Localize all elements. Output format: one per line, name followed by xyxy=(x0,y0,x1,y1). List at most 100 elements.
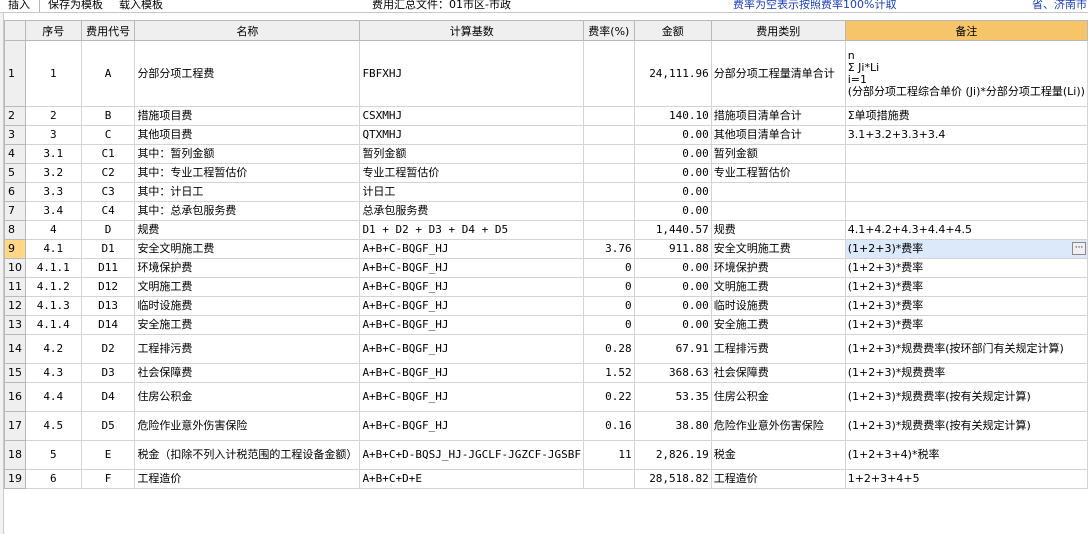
row-number-cell[interactable]: 1 xyxy=(4,40,26,107)
row-number-cell[interactable]: 13 xyxy=(4,315,26,335)
basis-cell[interactable]: A+B+C+D-BQSJ_HJ-JGCLF-JGZCF-JGSBF xyxy=(359,440,584,470)
seq-cell[interactable]: 4.4 xyxy=(24,382,82,412)
name-cell[interactable]: 文明施工费 xyxy=(134,277,361,297)
note-cell[interactable] xyxy=(844,163,1088,183)
category-cell[interactable]: 安全施工费 xyxy=(710,315,846,335)
seq-cell[interactable]: 3.4 xyxy=(24,201,82,221)
insert-button[interactable]: 插入 xyxy=(8,0,30,11)
category-cell[interactable]: 措施项目清单合计 xyxy=(710,106,846,126)
basis-cell[interactable]: A+B+C-BQGF_HJ xyxy=(359,296,584,316)
category-cell[interactable]: 暂列金额 xyxy=(710,144,846,164)
note-cell[interactable]: nΣ Ji*Li i=1 (分部分项工程综合单价 (Ji)*分部分项工程量(Li)) xyxy=(844,40,1088,107)
category-cell[interactable]: 文明施工费 xyxy=(710,277,846,297)
table-row[interactable]: 2 2 B 措施项目费 CSXMHJ 140.10 措施项目清单合计 Σ单项措施费 xyxy=(4,106,1088,126)
name-cell[interactable]: 工程造价 xyxy=(134,469,361,489)
code-cell[interactable]: D12 xyxy=(80,277,136,297)
column-header-amount[interactable]: 金额 xyxy=(633,20,712,41)
category-cell[interactable] xyxy=(710,201,846,221)
amount-cell[interactable]: 28,518.82 xyxy=(633,469,712,489)
table-row[interactable]: 11 4.1.2 D12 文明施工费 A+B+C-BQGF_HJ 0 0.00 文明施工费 (1… xyxy=(4,277,1088,297)
note-cell[interactable]: 3.1+3.2+3.3+3.4 xyxy=(844,125,1088,145)
name-cell[interactable]: 临时设施费 xyxy=(134,296,361,316)
amount-cell[interactable]: 911.88 xyxy=(633,239,712,259)
table-row[interactable]: 18 5 E 税金（扣除不列入计税范围的工程设备金额） A+B+C+D-BQSJ_HJ-… xyxy=(4,440,1088,470)
amount-cell[interactable]: 24,111.96 xyxy=(633,40,712,107)
table-row[interactable]: 12 4.1.3 D13 临时设施费 A+B+C-BQGF_HJ 0 0.00 临时设施费 (1… xyxy=(4,296,1088,316)
amount-cell[interactable]: 0.00 xyxy=(633,277,712,297)
code-cell[interactable]: C3 xyxy=(80,182,136,202)
table-row[interactable]: 15 4.3 D3 社会保障费 A+B+C-BQGF_HJ 1.52 368.63 社会保障费… xyxy=(4,363,1088,383)
category-cell[interactable]: 环境保护费 xyxy=(710,258,846,278)
row-number-cell[interactable]: 12 xyxy=(4,296,26,316)
category-cell[interactable]: 工程造价 xyxy=(710,469,846,489)
row-number-cell[interactable]: 4 xyxy=(4,144,26,164)
rate-cell[interactable]: 0.22 xyxy=(582,382,635,412)
note-cell[interactable]: (1+2+3)*费率 xyxy=(844,277,1088,297)
table-row[interactable]: 17 4.5 D5 危险作业意外伤害保险 A+B+C-BQGF_HJ 0.16 38.80 危… xyxy=(4,411,1088,441)
code-cell[interactable]: D14 xyxy=(80,315,136,335)
row-number-cell[interactable]: 16 xyxy=(4,382,26,412)
name-cell[interactable]: 措施项目费 xyxy=(134,106,361,126)
code-cell[interactable]: D13 xyxy=(80,296,136,316)
name-cell[interactable]: 其他项目费 xyxy=(134,125,361,145)
rate-cell[interactable] xyxy=(582,220,635,240)
row-number-cell[interactable]: 7 xyxy=(4,201,26,221)
basis-cell[interactable]: A+B+C-BQGF_HJ xyxy=(359,277,584,297)
note-cell[interactable]: (1+2+3)*费率 ··· xyxy=(844,239,1088,259)
rate-cell[interactable]: 11 xyxy=(582,440,635,470)
column-header-name[interactable]: 名称 xyxy=(134,20,361,41)
rate-cell[interactable] xyxy=(582,163,635,183)
seq-cell[interactable]: 4.1.3 xyxy=(24,296,82,316)
code-cell[interactable]: C4 xyxy=(80,201,136,221)
row-number-cell[interactable]: 11 xyxy=(4,277,26,297)
code-cell[interactable]: B xyxy=(80,106,136,126)
note-cell[interactable] xyxy=(844,144,1088,164)
save-template-button[interactable]: 保存为模板 xyxy=(48,0,103,11)
row-number-cell[interactable]: 14 xyxy=(4,334,26,364)
rate-cell[interactable]: 0.16 xyxy=(582,411,635,441)
corner-cell[interactable] xyxy=(4,20,26,41)
code-cell[interactable]: A xyxy=(80,40,136,107)
table-row[interactable]: 4 3.1 C1 其中：暂列金额 暂列金额 0.00 暂列金额 xyxy=(4,144,1088,164)
amount-cell[interactable]: 140.10 xyxy=(633,106,712,126)
seq-cell[interactable]: 3.3 xyxy=(24,182,82,202)
rate-cell[interactable]: 0 xyxy=(582,277,635,297)
column-header-rate[interactable]: 费率(%) xyxy=(582,20,635,41)
code-cell[interactable]: D4 xyxy=(80,382,136,412)
category-cell[interactable]: 社会保障费 xyxy=(710,363,846,383)
category-cell[interactable]: 专业工程暂估价 xyxy=(710,163,846,183)
column-header-basis[interactable]: 计算基数 xyxy=(359,20,584,41)
category-cell[interactable]: 安全文明施工费 xyxy=(710,239,846,259)
amount-cell[interactable]: 38.80 xyxy=(633,411,712,441)
table-row[interactable]: 9 4.1 D1 安全文明施工费 A+B+C-BQGF_HJ 3.76 911.88 安全文明… xyxy=(4,239,1088,259)
table-row[interactable]: 7 3.4 C4 其中：总承包服务费 总承包服务费 0.00 xyxy=(4,201,1088,221)
seq-cell[interactable]: 4.1 xyxy=(24,239,82,259)
code-cell[interactable]: D3 xyxy=(80,363,136,383)
amount-cell[interactable]: 0.00 xyxy=(633,201,712,221)
seq-cell[interactable]: 4.5 xyxy=(24,411,82,441)
column-header-note[interactable]: 备注 xyxy=(844,20,1088,41)
note-cell[interactable]: (1+2+3)*规费费率(按有关规定计算) xyxy=(844,382,1088,412)
table-row[interactable]: 16 4.4 D4 住房公积金 A+B+C-BQGF_HJ 0.22 53.35 住房公积金(… xyxy=(4,382,1088,412)
table-row[interactable]: 10 4.1.1 D11 环境保护费 A+B+C-BQGF_HJ 0 0.00 环境保护费 (1… xyxy=(4,258,1088,278)
basis-cell[interactable]: D1 + D2 + D3 + D4 + D5 xyxy=(359,220,584,240)
table-row[interactable]: 14 4.2 D2 工程排污费 A+B+C-BQGF_HJ 0.28 67.91 工程排污费(… xyxy=(4,334,1088,364)
column-header-seq[interactable]: 序号 xyxy=(24,20,82,41)
name-cell[interactable]: 其中：总承包服务费 xyxy=(134,201,361,221)
seq-cell[interactable]: 3 xyxy=(24,125,82,145)
column-header-code[interactable]: 费用代号 xyxy=(80,20,136,41)
rate-cell[interactable]: 0 xyxy=(582,258,635,278)
name-cell[interactable]: 危险作业意外伤害保险 xyxy=(134,411,361,441)
name-cell[interactable]: 住房公积金 xyxy=(134,382,361,412)
category-cell[interactable]: 其他项目清单合计 xyxy=(710,125,846,145)
rate-cell[interactable]: 3.76 xyxy=(582,239,635,259)
basis-cell[interactable]: 专业工程暂估价 xyxy=(359,163,584,183)
name-cell[interactable]: 其中：暂列金额 xyxy=(134,144,361,164)
row-number-cell[interactable]: 10 xyxy=(4,258,26,278)
code-cell[interactable]: F xyxy=(80,469,136,489)
note-cell[interactable]: (1+2+3)*费率 xyxy=(844,258,1088,278)
amount-cell[interactable]: 0.00 xyxy=(633,296,712,316)
rate-cell[interactable]: 1.52 xyxy=(582,363,635,383)
seq-cell[interactable]: 4.3 xyxy=(24,363,82,383)
seq-cell[interactable]: 1 xyxy=(24,40,82,107)
